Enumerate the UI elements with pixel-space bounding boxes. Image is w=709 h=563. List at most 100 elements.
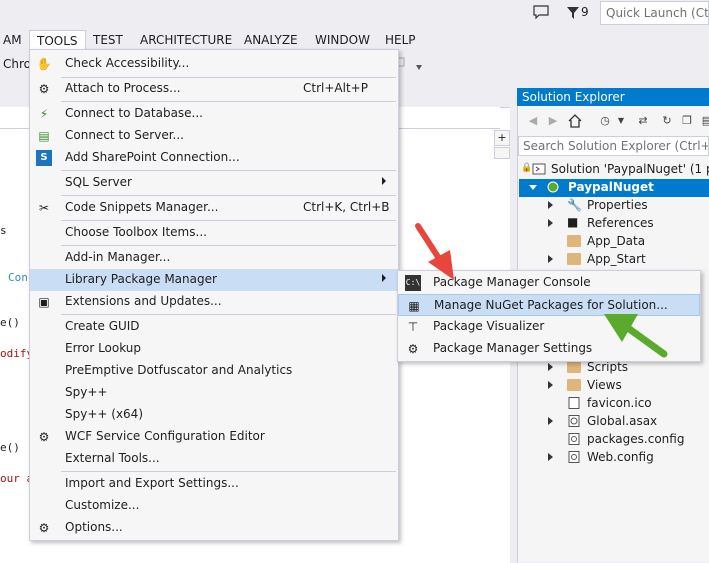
menu-item-external-tools[interactable]: External Tools... — [30, 448, 398, 470]
history-icon[interactable]: ◷ — [598, 114, 612, 128]
expand-arrow-icon[interactable] — [548, 201, 553, 209]
tree-item-favicon[interactable]: favicon.ico — [519, 395, 709, 413]
expand-arrow-icon[interactable] — [548, 363, 553, 371]
global-asax-icon — [568, 415, 580, 427]
refresh-icon[interactable]: ↻ — [660, 114, 674, 128]
menu-item-sql-server[interactable]: SQL Server — [30, 172, 398, 194]
menu-item-create-guid[interactable]: Create GUID — [30, 316, 398, 338]
menu-help[interactable]: HELP — [378, 30, 423, 50]
code-fragment: s — [0, 224, 7, 237]
green-annotation-arrow — [604, 314, 668, 358]
tree-solution[interactable]: 🔒 Solution 'PaypalNuget' (1 proj — [519, 161, 709, 179]
hierarchy-icon: ⊤ — [407, 320, 419, 334]
menu-window[interactable]: WINDOW — [308, 30, 377, 50]
menu-item-options[interactable]: ⚙ Options... — [30, 517, 398, 539]
tree-item-packages-config[interactable]: packages.config — [519, 431, 709, 449]
sharepoint-icon: S — [36, 150, 52, 166]
menu-item-import-export[interactable]: Import and Export Settings... — [30, 473, 398, 495]
menu-bar: AM TOOLS TEST ARCHITECTURE ANALYZE WINDO… — [0, 30, 709, 51]
menu-separator — [61, 195, 396, 196]
menu-item-addin-manager[interactable]: Add-in Manager... — [30, 247, 398, 269]
wrench-icon: 🔧 — [567, 198, 582, 212]
tree-item-app-start[interactable]: App_Start — [519, 251, 709, 269]
menu-item-code-snippets[interactable]: ✂ Code Snippets Manager... Ctrl+K, Ctrl+… — [30, 197, 398, 219]
tree-item-references[interactable]: ■ References — [519, 215, 709, 233]
expand-arrow-icon[interactable] — [548, 417, 553, 425]
menu-analyze[interactable]: ANALYZE — [237, 30, 305, 50]
menu-item-wcf-config[interactable]: ⚙ WCF Service Configuration Editor — [30, 426, 398, 448]
toolbar-overflow-icon[interactable] — [416, 65, 422, 70]
menu-architecture[interactable]: ARCHITECTURE — [133, 30, 239, 50]
solution-explorer-title[interactable]: Solution Explorer — [517, 88, 709, 106]
quick-launch-input[interactable]: Quick Launch (Ctrl+ — [600, 1, 709, 25]
menu-item-check-accessibility[interactable]: ✋ Check Accessibility... — [30, 53, 398, 75]
menu-tools[interactable]: TOOLS — [29, 30, 86, 51]
tools-dropdown-menu: ✋ Check Accessibility... ⚙ Attach to Pro… — [29, 49, 399, 541]
filter-icon[interactable] — [566, 6, 580, 20]
menu-item-connect-server[interactable]: ▤ Connect to Server... — [30, 125, 398, 147]
menu-item-add-sharepoint[interactable]: S Add SharePoint Connection... — [30, 147, 398, 169]
menu-item-error-lookup[interactable]: Error Lookup — [30, 338, 398, 360]
notification-icon[interactable] — [533, 5, 549, 19]
menu-item-customize[interactable]: Customize... — [30, 495, 398, 517]
menu-item-preemptive[interactable]: PreEmptive Dotfuscator and Analytics — [30, 360, 398, 382]
menu-item-connect-database[interactable]: ⚡ Connect to Database... — [30, 103, 398, 125]
references-icon: ■ — [567, 215, 579, 229]
menu-item-extensions-updates[interactable]: ▣ Extensions and Updates... — [30, 291, 398, 313]
menu-separator — [61, 245, 396, 246]
scissors-icon: ✂ — [38, 201, 50, 215]
menu-team[interactable]: AM — [0, 30, 29, 50]
back-icon[interactable]: ◀ — [526, 114, 540, 128]
config-file-icon — [568, 451, 580, 463]
split-editor-icon[interactable]: + — [494, 130, 510, 146]
image-file-icon — [568, 397, 580, 409]
menu-item-attach-process[interactable]: ⚙ Attach to Process... Ctrl+Alt+P — [30, 78, 398, 100]
expand-arrow-icon[interactable] — [548, 255, 553, 263]
server-connect-icon: ▤ — [38, 129, 50, 143]
lock-icon: 🔒 — [521, 163, 533, 173]
extensions-icon: ▣ — [38, 295, 50, 309]
red-annotation-arrow — [415, 223, 454, 280]
code-fragment: e() — [0, 441, 20, 454]
code-fragment: Con — [8, 271, 28, 284]
tree-item-properties[interactable]: 🔧 Properties — [519, 197, 709, 215]
folder-icon — [567, 235, 581, 247]
folder-icon — [567, 253, 581, 265]
folder-icon — [567, 379, 581, 391]
collapse-arrow-icon[interactable] — [529, 185, 537, 190]
menu-item-choose-toolbox[interactable]: Choose Toolbox Items... — [30, 222, 398, 244]
forward-icon[interactable]: ▶ — [546, 114, 560, 128]
menu-item-spy-x64[interactable]: Spy++ (x64) — [30, 404, 398, 426]
chevron-down-icon[interactable]: ▼ — [614, 114, 628, 128]
tree-project[interactable]: PaypalNuget — [519, 179, 709, 197]
tree-item-app-data[interactable]: App_Data — [519, 233, 709, 251]
wcf-config-icon: ⚙ — [38, 430, 50, 444]
editor-scroll-button[interactable] — [494, 147, 510, 159]
notification-count: 9 — [581, 5, 589, 19]
show-all-files-icon[interactable]: ▤ — [700, 114, 709, 128]
menu-test[interactable]: TEST — [86, 30, 130, 50]
expand-arrow-icon[interactable] — [548, 381, 553, 389]
solution-explorer-search[interactable]: Search Solution Explorer (Ctrl+;) — [518, 136, 709, 156]
tree-item-global[interactable]: Global.asax — [519, 413, 709, 431]
toolbar-browser-label[interactable]: Chro — [3, 57, 31, 71]
menu-separator — [61, 170, 396, 171]
collapse-all-icon[interactable]: ❐ — [680, 114, 694, 128]
database-connect-icon: ⚡ — [39, 107, 49, 121]
expand-arrow-icon[interactable] — [548, 453, 553, 461]
expand-arrow-icon[interactable] — [548, 219, 553, 227]
menu-separator — [61, 471, 396, 472]
accessibility-icon: ✋ — [36, 57, 52, 71]
solution-icon — [532, 163, 546, 175]
menu-item-spy[interactable]: Spy++ — [30, 382, 398, 404]
home-icon[interactable] — [568, 114, 582, 128]
gear-icon: ⚙ — [407, 342, 419, 356]
tree-item-views[interactable]: Views — [519, 377, 709, 395]
sync-icon[interactable]: ⇄ — [636, 114, 650, 128]
submenu-arrow-icon — [382, 177, 386, 185]
menu-item-library-package-manager[interactable]: Library Package Manager — [30, 269, 398, 291]
solution-explorer-toolbar: ◀ ▶ ◷ ▼ ⇄ ↻ ❐ ▤ — [518, 109, 709, 135]
tree-item-web-config[interactable]: Web.config — [519, 449, 709, 467]
attach-process-icon: ⚙ — [38, 82, 50, 96]
web-project-icon — [547, 181, 559, 193]
